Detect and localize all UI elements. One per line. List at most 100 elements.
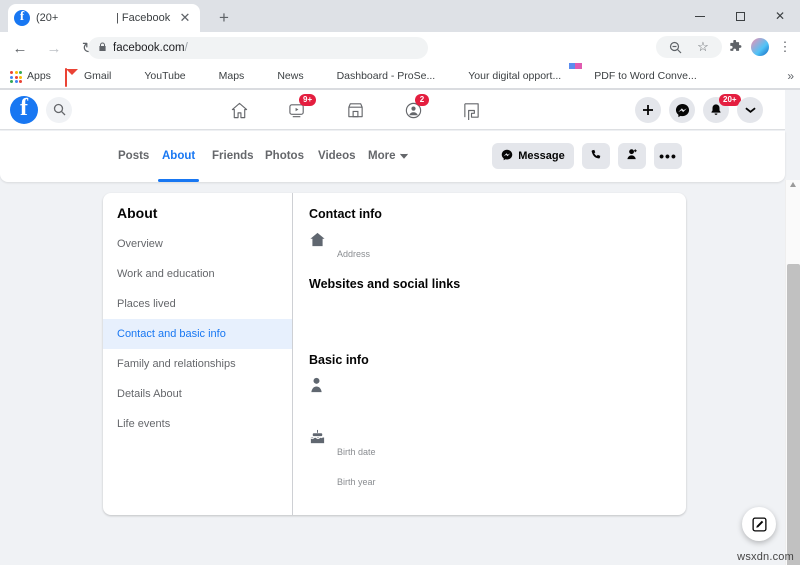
gmail-icon [64, 68, 79, 87]
birth-date-row[interactable]: Birth date [309, 429, 670, 457]
toolbar-right-icons: ☆ ⋮ [656, 36, 796, 58]
facebook-favicon-icon [14, 8, 30, 26]
sidebar-item-places-lived[interactable]: Places lived [103, 289, 292, 319]
messenger-icon [501, 149, 513, 164]
tab-label: Photos [265, 150, 304, 162]
nav-groups-icon[interactable]: 2 [384, 90, 442, 130]
page-content: 9+ 2 [0, 90, 800, 565]
address-label: Address [337, 249, 371, 259]
sidebar-item-family-and-relationships[interactable]: Family and relationships [103, 349, 292, 379]
sidebar-item-work-and-education[interactable]: Work and education [103, 259, 292, 289]
tab-photos[interactable]: Photos [255, 139, 314, 173]
maps-pin-icon [200, 69, 214, 83]
back-button[interactable]: ← [6, 34, 34, 62]
add-friend-button[interactable] [618, 143, 646, 169]
tab-label: Videos [318, 150, 356, 162]
create-button[interactable] [635, 97, 661, 123]
sidebar-item-contact-and-basic-info[interactable]: Contact and basic info [103, 319, 292, 349]
chevron-down-icon [400, 150, 409, 162]
bookmark-star-icon[interactable]: ☆ [692, 36, 714, 58]
bookmark-news[interactable]: News [258, 69, 303, 83]
facebook-nav-actions: 20+ [635, 90, 763, 130]
contact-info-heading: Contact info [309, 207, 382, 221]
bookmark-gmail[interactable]: Gmail [64, 68, 112, 87]
pdf-icon [575, 69, 589, 83]
watermark-text: wsxdn.com [737, 551, 794, 563]
forward-button[interactable]: → [40, 34, 68, 62]
window-minimize-button[interactable] [680, 0, 720, 32]
nav-gaming-icon[interactable] [442, 90, 500, 130]
sidebar-item-life-events[interactable]: Life events [103, 409, 292, 439]
bookmark-label: YouTube [144, 70, 186, 82]
bookmark-label: Your digital opport... [468, 70, 562, 82]
browser-tab[interactable]: (20+ | Facebook ✕ [8, 4, 200, 32]
close-tab-icon[interactable]: ✕ [178, 11, 192, 25]
bookmark-youtube[interactable]: YouTube [125, 69, 185, 83]
tab-label: Posts [118, 150, 150, 162]
gender-row[interactable] [309, 377, 670, 399]
nav-watch-icon[interactable]: 9+ [268, 90, 326, 130]
sidebar-item-overview[interactable]: Overview [103, 229, 292, 259]
call-button[interactable] [582, 143, 610, 169]
cake-icon [309, 429, 331, 451]
bookmark-pdf-to-word[interactable]: PDF to Word Conve... [575, 69, 697, 83]
home-icon [309, 231, 331, 253]
compose-fab-button[interactable] [742, 507, 776, 541]
gender-icon [309, 377, 331, 399]
scroll-up-icon[interactable] [790, 182, 796, 187]
phone-icon [590, 149, 602, 164]
sidebar-item-details-about[interactable]: Details About [103, 379, 292, 409]
bookmark-label: Dashboard - ProSe... [336, 70, 436, 82]
watch-badge: 9+ [299, 94, 317, 106]
window-maximize-button[interactable] [720, 0, 760, 32]
toolbar-divider [0, 89, 800, 90]
about-card: About Overview Work and education Places… [103, 193, 686, 515]
birth-date-label: Birth date [337, 447, 376, 457]
profile-avatar[interactable] [751, 38, 769, 56]
bookmarks-overflow-icon[interactable]: » [787, 69, 794, 83]
birth-year-label: Birth year [337, 477, 376, 487]
more-options-button[interactable]: ••• [654, 143, 682, 169]
about-content: Contact info Address Websites and social… [293, 193, 686, 515]
search-icon[interactable] [46, 96, 72, 123]
tab-videos[interactable]: Videos [308, 139, 366, 173]
bookmark-your-digital-opportunity[interactable]: Your digital opport... [449, 69, 561, 83]
tab-more[interactable]: More [358, 139, 418, 173]
page-scrollbar[interactable] [785, 180, 800, 565]
browser-window: (20+ | Facebook ✕ + ✕ ← → ↻ facebook.com… [0, 0, 800, 565]
bookmark-maps[interactable]: Maps [200, 69, 245, 83]
bookmark-apps[interactable]: Apps [8, 69, 51, 83]
tab-about[interactable]: About [152, 139, 205, 182]
bookmark-label: News [277, 70, 304, 82]
bookmark-label: Apps [27, 70, 51, 82]
account-menu-button[interactable] [737, 97, 763, 123]
notifications-button[interactable]: 20+ [703, 94, 741, 123]
address-bar[interactable]: facebook.com/ [88, 37, 428, 59]
scrollbar-thumb[interactable] [787, 264, 800, 565]
facebook-logo-icon[interactable] [10, 95, 38, 124]
message-button-label: Message [518, 150, 565, 162]
profile-tab-bar: Posts About Friends Photos Videos More M… [0, 131, 785, 182]
messenger-button[interactable] [669, 97, 695, 123]
bookmark-label: PDF to Word Conve... [594, 70, 697, 82]
message-button[interactable]: Message [492, 143, 574, 169]
websites-heading: Websites and social links [309, 277, 461, 291]
window-close-button[interactable]: ✕ [760, 0, 800, 32]
add-friend-icon [626, 148, 639, 164]
tab-title-right: | Facebook [116, 12, 171, 24]
browser-toolbar: ← → ↻ facebook.com/ ☆ ⋮ [0, 32, 800, 64]
basic-info-heading: Basic info [309, 353, 369, 367]
browser-menu-icon[interactable]: ⋮ [774, 36, 796, 58]
nav-home-icon[interactable] [210, 90, 268, 130]
nav-marketplace-icon[interactable] [326, 90, 384, 130]
zoom-out-icon[interactable] [664, 36, 686, 58]
bookmark-label: Gmail [83, 70, 112, 82]
facebook-nav-tabs: 9+ 2 [210, 90, 500, 130]
dashboard-icon [318, 69, 332, 83]
address-row[interactable]: Address [309, 231, 670, 259]
google-icon [449, 69, 463, 83]
new-tab-button[interactable]: + [214, 8, 234, 28]
bookmark-dashboard[interactable]: Dashboard - ProSe... [318, 69, 436, 83]
extensions-icon[interactable] [724, 36, 746, 58]
tab-label: More [368, 150, 396, 162]
